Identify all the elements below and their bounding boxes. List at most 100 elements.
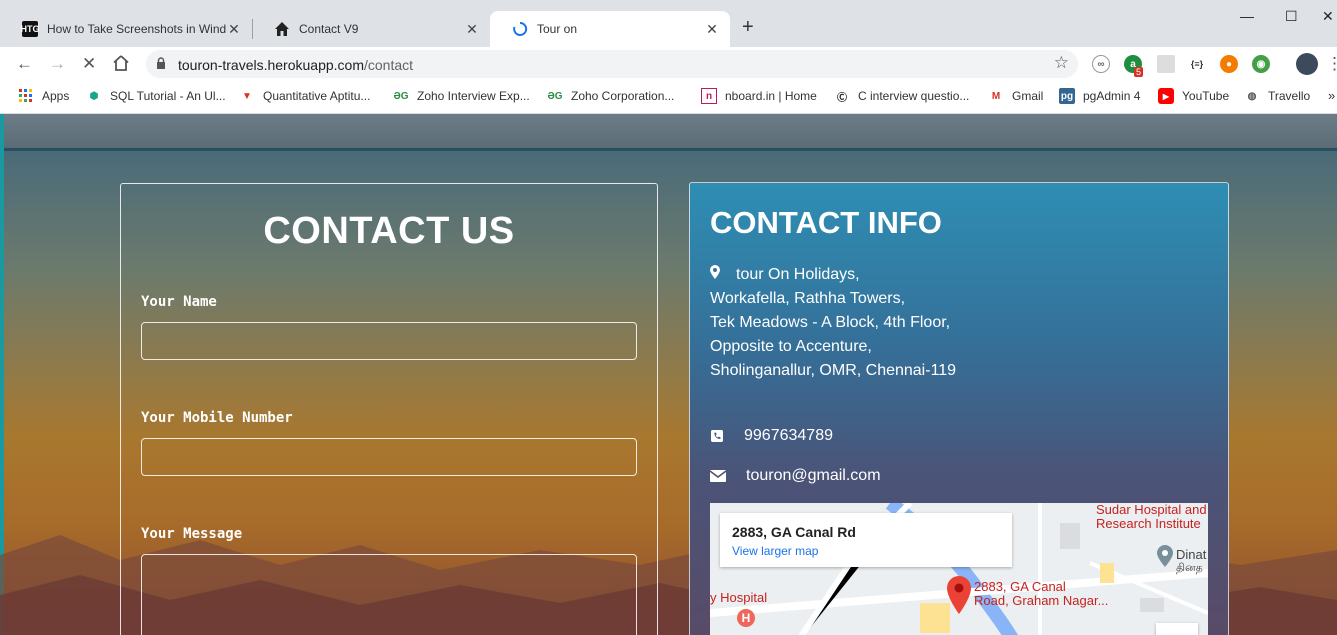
- gmail-icon: M: [991, 90, 1001, 102]
- bookmark-label: Zoho Interview Exp...: [417, 89, 530, 103]
- envelope-icon: [710, 470, 726, 482]
- close-icon[interactable]: ✕: [704, 21, 720, 38]
- triangle-logo-icon: ▼: [242, 90, 252, 102]
- extension-json-icon[interactable]: {≡}: [1188, 55, 1206, 73]
- map-marker-label-line: Road, Graham Nagar...: [974, 593, 1109, 608]
- bookmark-label: Travello: [1268, 89, 1311, 103]
- bookmark-c-interview[interactable]: Ⓒ C interview questio...: [834, 88, 969, 104]
- map-poi-sudar-hospital[interactable]: Sudar Hospital and Research Institute: [1096, 503, 1207, 531]
- youtube-icon: ▶: [1158, 88, 1174, 104]
- bookmark-nboard[interactable]: n nboard.in | Home: [701, 88, 817, 104]
- tab-contact-v9[interactable]: Contact V9 ✕: [252, 11, 490, 47]
- back-icon[interactable]: ←: [16, 54, 33, 74]
- bookmarks-bar: Apps ⬢ SQL Tutorial - An Ul... ▼ Quantitat…: [0, 81, 1337, 114]
- address-line: Opposite to Accenture,: [710, 338, 872, 355]
- your-name-label: Your Name: [141, 294, 217, 310]
- stop-loading-icon[interactable]: ✕: [82, 54, 96, 74]
- message-label: Your Message: [141, 526, 243, 542]
- map-poi-hospital[interactable]: y Hospital: [710, 590, 767, 605]
- bookmark-label: Quantitative Aptitu...: [263, 89, 371, 103]
- mobile-number-input[interactable]: [141, 438, 637, 476]
- bookmark-label: SQL Tutorial - An Ul...: [110, 89, 226, 103]
- url-host: touron-travels.herokuapp.com: [178, 57, 364, 73]
- contact-us-title: CONTACT US: [263, 210, 515, 252]
- bookmark-label: C interview questio...: [858, 89, 970, 103]
- nboard-icon: n: [701, 88, 717, 104]
- email-row: touron@gmail.com: [710, 467, 881, 485]
- new-tab-button[interactable]: +: [742, 17, 754, 37]
- minimize-icon[interactable]: —: [1240, 8, 1254, 24]
- map-place-title: 2883, GA Canal Rd: [732, 524, 856, 540]
- page-header-strip: [4, 114, 1337, 148]
- address-bar[interactable]: touron-travels.herokuapp.com/contact ☆: [146, 50, 1078, 78]
- globe-icon: ◍: [1247, 90, 1257, 102]
- map-poi-dinat: Dinat: [1176, 547, 1207, 562]
- lock-icon: [157, 57, 165, 69]
- bookmark-label: Zoho Corporation...: [571, 89, 675, 103]
- close-icon[interactable]: ✕: [464, 21, 480, 38]
- bookmark-gmail[interactable]: M Gmail: [988, 88, 1044, 104]
- extension-orange-icon[interactable]: ●: [1220, 55, 1238, 73]
- tab-title: Tour on: [537, 22, 578, 36]
- message-textarea[interactable]: [141, 554, 637, 635]
- bookmark-youtube[interactable]: ▶ YouTube: [1158, 88, 1229, 104]
- bookmark-zoho-corporation[interactable]: ƏG Zoho Corporation...: [547, 88, 674, 104]
- bookmark-star-icon[interactable]: ☆: [1054, 53, 1069, 73]
- close-icon[interactable]: ✕: [226, 21, 242, 38]
- bookmark-apps[interactable]: Apps: [18, 88, 69, 104]
- contact-info-panel: CONTACT INFO tour On Holidays, Workafell…: [689, 182, 1229, 635]
- bookmark-sql-tutorial[interactable]: ⬢ SQL Tutorial - An Ul...: [86, 88, 226, 104]
- tab-tour-on[interactable]: Tour on ✕: [490, 11, 730, 47]
- map-poi-line: Research Institute: [1096, 516, 1201, 531]
- map-poi-line: Sudar Hospital and: [1096, 503, 1207, 517]
- your-name-input[interactable]: [141, 322, 637, 360]
- phone-icon: [711, 430, 723, 442]
- map-poi-tamil: தினத: [1176, 562, 1203, 574]
- address-line: tour On Holidays,: [736, 266, 860, 283]
- browser-toolbar: ← → ✕ touron-travels.herokuapp.com/conta…: [0, 47, 1337, 81]
- extension-badge: 5: [1134, 67, 1144, 77]
- menu-icon[interactable]: ⋮: [1326, 54, 1337, 74]
- hospital-icon[interactable]: H: [737, 609, 755, 627]
- phone-row: 9967634789: [710, 427, 833, 445]
- bookmark-travello[interactable]: ◍ Travello: [1244, 88, 1311, 104]
- view-larger-map-link[interactable]: View larger map: [732, 544, 818, 558]
- mobile-number-label: Your Mobile Number: [141, 410, 293, 426]
- window-close-icon[interactable]: ✕: [1322, 8, 1334, 25]
- url-path: /contact: [364, 57, 414, 73]
- bookmark-pgadmin[interactable]: pg pgAdmin 4: [1059, 88, 1140, 104]
- map-marker-label-line: 2883, GA Canal: [974, 579, 1066, 594]
- profile-avatar[interactable]: [1296, 53, 1318, 75]
- browser-tab-strip: HTG How to Take Screenshots in Wind ✕ Co…: [0, 0, 1337, 47]
- email-address: touron@gmail.com: [746, 467, 881, 484]
- page-divider: [4, 148, 1337, 151]
- address-line: Tek Meadows - A Block, 4th Floor,: [710, 314, 951, 331]
- map-zoom-control[interactable]: [1156, 623, 1198, 635]
- page-viewport: CONTACT US Your Name Your Mobile Number …: [0, 114, 1337, 635]
- extension-globe-icon[interactable]: ◉: [1252, 55, 1270, 73]
- bookmarks-overflow-icon[interactable]: »: [1328, 88, 1335, 103]
- extension-grid-icon[interactable]: [1157, 55, 1175, 73]
- maximize-icon[interactable]: ☐: [1285, 8, 1298, 25]
- extension-cloud-icon[interactable]: ∞: [1092, 55, 1110, 73]
- home-button-icon[interactable]: [112, 54, 130, 77]
- bookmark-label: pgAdmin 4: [1083, 89, 1141, 103]
- bookmark-label: Gmail: [1012, 89, 1044, 103]
- htg-icon: HTG: [21, 21, 40, 37]
- contact-info-title: CONTACT INFO: [710, 205, 942, 240]
- address-line: Sholinganallur, OMR, Chennai-119: [710, 362, 957, 379]
- bookmark-label: nboard.in | Home: [725, 89, 817, 103]
- phone-number: 9967634789: [744, 427, 833, 444]
- bookmark-zoho-interview[interactable]: ƏG Zoho Interview Exp...: [393, 88, 530, 104]
- bookmark-quantitative[interactable]: ▼ Quantitative Aptitu...: [239, 88, 370, 104]
- bookmark-label: YouTube: [1182, 89, 1230, 103]
- map-marker-icon[interactable]: [946, 576, 972, 614]
- google-map-embed[interactable]: 2883, GA Canal Rd View larger map Sudar …: [710, 503, 1208, 635]
- tab-how-to-take-screenshots[interactable]: HTG How to Take Screenshots in Wind ✕: [0, 11, 252, 47]
- apps-grid-icon: [18, 88, 34, 104]
- map-pin-icon: [710, 263, 736, 287]
- address-line: Workafella, Rathha Towers,: [710, 290, 906, 307]
- tab-title: Contact V9: [299, 22, 359, 36]
- forward-icon[interactable]: →: [49, 54, 66, 74]
- poi-marker-icon[interactable]: [1156, 545, 1174, 567]
